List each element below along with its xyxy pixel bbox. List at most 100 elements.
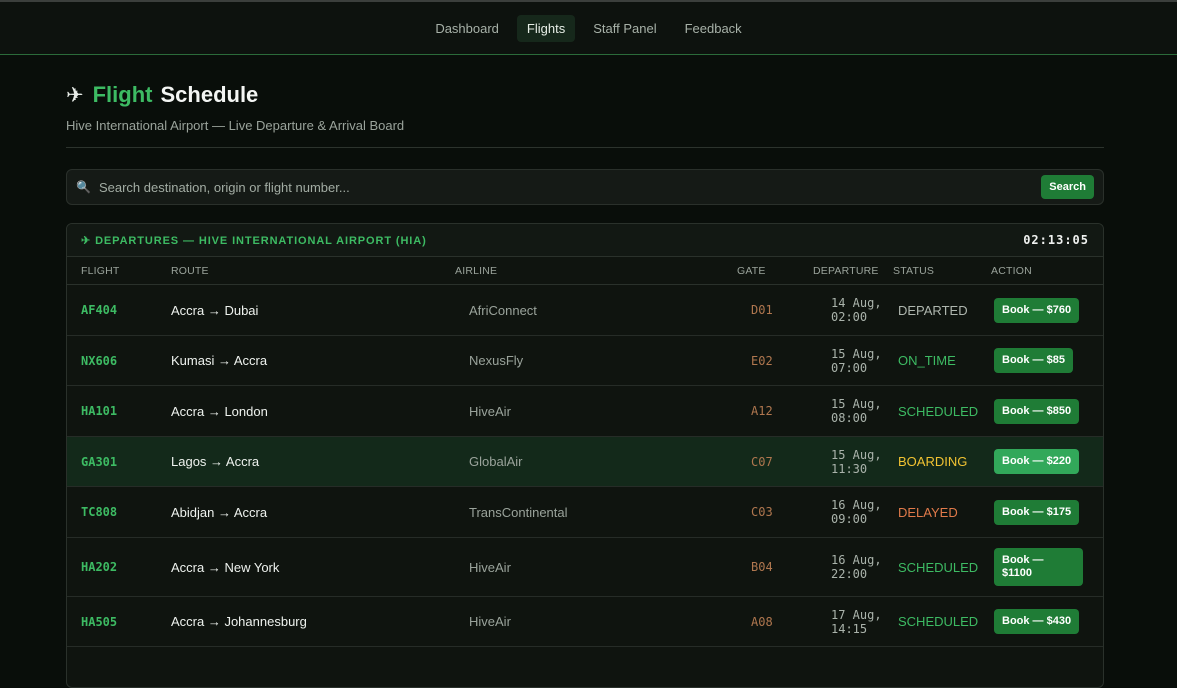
book-button[interactable]: Book — $220: [994, 449, 1080, 474]
route: Accra → London: [171, 403, 268, 419]
status-badge: DEPARTED: [898, 302, 968, 318]
airline: AfriConnect: [469, 302, 537, 318]
status-badge: SCHEDULED: [898, 403, 979, 419]
status-badge: SCHEDULED: [898, 614, 979, 629]
route: Abidjan → Accra: [171, 504, 268, 520]
departure-date: 16 Aug,: [831, 553, 882, 567]
status-badge: ON_TIME: [898, 353, 956, 368]
book-label: Book — $220: [1002, 455, 1072, 467]
departure-hour: 09:00: [831, 512, 868, 526]
route: Accra → Johannesburg: [171, 614, 307, 629]
book-button[interactable]: Book — $850: [994, 398, 1080, 424]
table-row: AF404 Accra → Dubai AfriConnect D01 14 A…: [67, 285, 1103, 336]
book-button[interactable]: Book — $175: [994, 499, 1080, 525]
table-row: HA505 Accra → Johannesburg HiveAir A08 1…: [67, 597, 1103, 647]
action-cell: Book — $85: [983, 348, 1093, 373]
departure-hour: 02:00: [831, 310, 868, 324]
flight-code: HA202: [81, 560, 118, 574]
book-label: Book — $760: [1002, 303, 1072, 316]
search-bar: 🔍 Search: [66, 169, 1104, 205]
departure-time: 16 Aug, 22:00: [813, 553, 893, 581]
gate: B04: [751, 560, 773, 574]
route: Lagos → Accra: [171, 454, 260, 469]
airline: HiveAir: [469, 559, 511, 575]
page-title: ✈ Flight Schedule: [66, 81, 1104, 109]
status-badge: SCHEDULED: [898, 559, 979, 575]
departure-time: 17 Aug, 14:15: [813, 608, 893, 636]
table-row: NX606 Kumasi → Accra NexusFly E02 15 Aug…: [67, 336, 1103, 386]
search-input[interactable]: [98, 179, 1042, 195]
route: Kumasi → Accra: [171, 353, 268, 368]
departures-board: ✈ DEPARTURES — HIVE INTERNATIONAL AIRPOR…: [66, 223, 1104, 688]
departure-hour: 07:00: [831, 360, 868, 375]
nav-feedback[interactable]: Feedback: [675, 15, 752, 42]
gate: C07: [751, 454, 773, 469]
action-cell: Book — $430: [983, 609, 1093, 634]
col-airline: AIRLINE: [455, 264, 498, 277]
action-cell: Book — $1100: [983, 548, 1093, 586]
flight-code: GA301: [81, 454, 118, 469]
action-cell: Book — $760: [983, 297, 1093, 323]
departure-date: 14 Aug,: [831, 296, 882, 310]
book-button[interactable]: Book — $760: [994, 297, 1080, 323]
gate: A12: [751, 404, 773, 418]
departure-hour: 22:00: [831, 567, 868, 581]
title-flight: Flight: [92, 82, 153, 107]
nav-staff-panel[interactable]: Staff Panel: [583, 15, 666, 42]
book-button[interactable]: Book — $1100: [994, 548, 1083, 586]
gate: A08: [751, 614, 773, 629]
col-gate: GATE: [737, 264, 766, 277]
book-label: Book —: [1002, 554, 1044, 566]
flight-code: HA101: [81, 404, 118, 418]
departure-time: 14 Aug, 02:00: [813, 296, 893, 324]
board-clock: 02:13:05: [1023, 233, 1089, 247]
col-departure: DEPARTURE: [813, 264, 879, 277]
book-label: Book — $85: [1002, 354, 1065, 366]
table-row-partial: [67, 647, 1103, 687]
main-content: ✈ Flight Schedule Hive International Air…: [66, 55, 1104, 688]
table-row: GA301 Lagos → Accra GlobalAir C07 15 Aug…: [67, 437, 1103, 487]
route: Accra → New York: [171, 559, 280, 575]
title-schedule: Schedule: [160, 82, 259, 107]
flight-code: HA505: [81, 614, 118, 629]
flight-code: AF404: [81, 303, 118, 317]
book-button[interactable]: Book — $85: [994, 348, 1073, 373]
nav-flights[interactable]: Flights: [516, 14, 576, 42]
departure-time: 15 Aug, 07:00: [813, 347, 893, 375]
nav-dashboard[interactable]: Dashboard: [425, 15, 509, 42]
book-price: $1100: [1002, 567, 1032, 579]
col-status: STATUS: [893, 264, 935, 277]
gate: E02: [751, 353, 773, 368]
airline: HiveAir: [469, 403, 511, 419]
book-label: Book — $175: [1002, 505, 1072, 518]
book-button[interactable]: Book — $430: [994, 609, 1080, 634]
departure-hour: 08:00: [831, 411, 868, 425]
airline: TransContinental: [469, 504, 568, 520]
gate: C03: [751, 505, 773, 519]
header-divider: [66, 147, 1104, 148]
table-header: FLIGHT ROUTE AIRLINE GATE DEPARTURE STAT…: [67, 257, 1103, 285]
page-subtitle: Hive International Airport — Live Depart…: [66, 118, 405, 133]
board-title: ✈ DEPARTURES — HIVE INTERNATIONAL AIRPOR…: [81, 234, 427, 247]
status-badge: DELAYED: [898, 504, 958, 520]
search-button[interactable]: Search: [1041, 175, 1094, 199]
departure-time: 15 Aug, 08:00: [813, 397, 893, 425]
col-action: ACTION: [991, 264, 1032, 277]
departure-time: 16 Aug, 09:00: [813, 498, 893, 526]
action-cell: Book — $850: [983, 398, 1093, 424]
action-cell: Book — $220: [983, 449, 1093, 474]
departure-time: 15 Aug, 11:30: [813, 448, 893, 476]
table-row: HA202 Accra → New York HiveAir B04 16 Au…: [67, 538, 1103, 597]
status-badge: BOARDING: [898, 454, 968, 469]
departure-date: 15 Aug,: [831, 447, 882, 462]
departure-hour: 11:30: [831, 461, 868, 476]
col-route: ROUTE: [171, 264, 209, 277]
departure-date: 16 Aug,: [831, 498, 882, 512]
board-header: ✈ DEPARTURES — HIVE INTERNATIONAL AIRPOR…: [67, 224, 1103, 257]
airline: HiveAir: [469, 614, 511, 629]
flight-code: TC808: [81, 505, 118, 519]
action-cell: Book — $175: [983, 499, 1093, 525]
departure-date: 17 Aug,: [831, 607, 882, 622]
flight-code: NX606: [81, 353, 118, 368]
airplane-icon: ✈: [66, 83, 84, 107]
